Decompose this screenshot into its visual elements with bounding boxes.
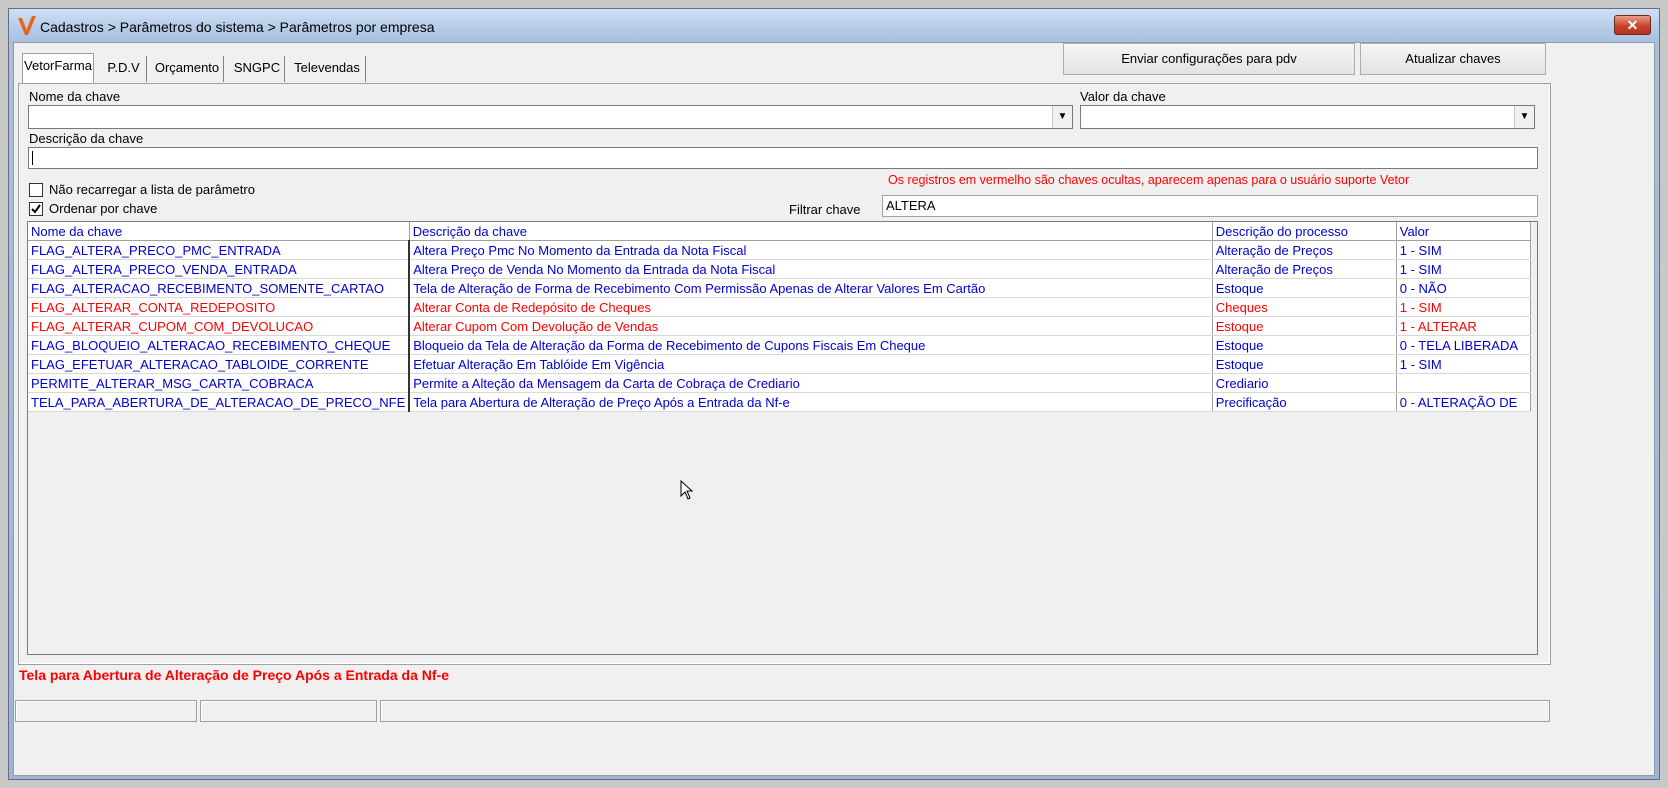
cell-key-description[interactable]: Bloqueio da Tela de Alteração da Forma d…	[409, 335, 1213, 355]
cell-value[interactable]: 1 - ALTERAR	[1396, 316, 1531, 336]
send-config-pdv-button[interactable]: Enviar configurações para pdv	[1063, 43, 1355, 75]
filter-key-value: ALTERA	[886, 198, 936, 213]
cell-value[interactable]: 0 - TELA LIBERADA	[1396, 335, 1531, 355]
tab-vetorfarma[interactable]: VetorFarma	[22, 53, 94, 83]
v-logo-icon	[17, 15, 37, 37]
key-description-input[interactable]	[28, 147, 1538, 169]
key-value-label: Valor da chave	[1080, 89, 1166, 104]
column-header-key-description[interactable]: Descrição da chave	[409, 222, 1213, 241]
cell-key-name[interactable]: FLAG_ALTERAR_CUPOM_COM_DEVOLUCAO	[28, 316, 411, 336]
column-header-key-name[interactable]: Nome da chave	[28, 222, 410, 241]
status-panel-2	[200, 700, 377, 722]
cell-value[interactable]: 1 - SIM	[1396, 297, 1531, 317]
cell-key-description[interactable]: Alterar Cupom Com Devolução de Vendas	[409, 316, 1213, 336]
table-row[interactable]: FLAG_ALTERAR_CUPOM_COM_DEVOLUCAO Alterar …	[28, 316, 1531, 336]
table-row[interactable]: FLAG_BLOQUEIO_ALTERACAO_RECEBIMENTO_CHEQ…	[28, 335, 1531, 355]
table-row[interactable]: PERMITE_ALTERAR_MSG_CARTA_COBRACA Permite…	[28, 373, 1531, 393]
cell-key-name[interactable]: FLAG_BLOQUEIO_ALTERACAO_RECEBIMENTO_CHEQ…	[28, 335, 411, 355]
cell-process-description[interactable]: Estoque	[1212, 354, 1397, 374]
chevron-down-icon[interactable]: ▼	[1052, 106, 1072, 128]
cell-key-description[interactable]: Efetuar Alteração Em Tablóide Em Vigênci…	[409, 354, 1213, 374]
cell-process-description[interactable]: Precificação	[1212, 392, 1397, 412]
cell-value[interactable]: 1 - SIM	[1396, 354, 1531, 374]
close-button[interactable]: ✕	[1614, 15, 1651, 35]
key-description-label: Descrição da chave	[29, 131, 144, 146]
cell-process-description[interactable]: Estoque	[1212, 335, 1397, 355]
table-row[interactable]: FLAG_ALTERA_PRECO_PMC_ENTRADA Altera Preç…	[28, 240, 1531, 260]
column-header-process-description[interactable]: Descrição do processo	[1212, 222, 1397, 241]
cell-process-description[interactable]: Alteração de Preços	[1212, 240, 1397, 260]
key-name-label: Nome da chave	[29, 89, 121, 104]
selected-key-description: Tela para Abertura de Alteração de Preço…	[19, 667, 449, 683]
cell-key-name[interactable]: FLAG_EFETUAR_ALTERACAO_TABLOIDE_CORRENTE	[28, 354, 411, 374]
window-title: Cadastros > Parâmetros do sistema > Parâ…	[40, 19, 435, 35]
table-row[interactable]: FLAG_ALTERA_PRECO_VENDA_ENTRADA Altera Pr…	[28, 259, 1531, 279]
filter-key-label: Filtrar chave	[789, 202, 861, 217]
cell-key-name[interactable]: FLAG_ALTERA_PRECO_PMC_ENTRADA	[28, 240, 411, 260]
checkmark-icon	[31, 204, 41, 214]
cell-key-description[interactable]: Permite a Alteção da Mensagem da Carta d…	[409, 373, 1213, 393]
hidden-keys-note: Os registros em vermelho são chaves ocul…	[888, 173, 1410, 187]
update-keys-button[interactable]: Atualizar chaves	[1360, 43, 1546, 75]
cell-key-name[interactable]: FLAG_ALTERAR_CONTA_REDEPOSITO	[28, 297, 411, 317]
cell-process-description[interactable]: Estoque	[1212, 278, 1397, 298]
cell-key-description[interactable]: Altera Preço de Venda No Momento da Entr…	[409, 259, 1213, 279]
cell-key-description[interactable]: Tela para Abertura de Alteração de Preço…	[409, 392, 1213, 412]
cell-process-description[interactable]: Alteração de Preços	[1212, 259, 1397, 279]
cell-key-description[interactable]: Altera Preço Pmc No Momento da Entrada d…	[409, 240, 1213, 260]
cell-process-description[interactable]: Estoque	[1212, 316, 1397, 336]
cell-value[interactable]: 1 - SIM	[1396, 240, 1531, 260]
cell-key-name[interactable]: FLAG_ALTERA_PRECO_VENDA_ENTRADA	[28, 259, 411, 279]
cell-process-description[interactable]: Crediario	[1212, 373, 1397, 393]
no-reload-label[interactable]: Não recarregar a lista de parâmetro	[49, 182, 255, 197]
cell-value[interactable]: 0 - ALTERAÇÃO DE	[1396, 392, 1531, 412]
column-header-value[interactable]: Valor	[1396, 222, 1531, 241]
status-panel-1	[15, 700, 197, 722]
table-row[interactable]: FLAG_EFETUAR_ALTERACAO_TABLOIDE_CORRENTE…	[28, 354, 1531, 374]
cell-value[interactable]	[1396, 373, 1531, 393]
table-header-row: Nome da chave Descrição da chave Descriç…	[28, 222, 1531, 241]
mouse-cursor-icon	[680, 479, 694, 500]
chevron-down-icon[interactable]: ▼	[1514, 106, 1534, 128]
tab-orcamento[interactable]: Orçamento	[151, 56, 224, 82]
cell-key-name[interactable]: PERMITE_ALTERAR_MSG_CARTA_COBRACA	[28, 373, 411, 393]
parameters-table: Nome da chave Descrição da chave Descriç…	[28, 222, 1531, 412]
table-row[interactable]: FLAG_ALTERAR_CONTA_REDEPOSITO Alterar Con…	[28, 297, 1531, 317]
cell-process-description[interactable]: Cheques	[1212, 297, 1397, 317]
cell-key-description[interactable]: Alterar Conta de Redepósito de Cheques	[409, 297, 1213, 317]
tab-sngpc[interactable]: SNGPC	[230, 56, 285, 82]
text-caret	[32, 151, 33, 165]
table-row[interactable]: FLAG_ALTERACAO_RECEBIMENTO_SOMENTE_CARTA…	[28, 278, 1531, 298]
cell-value[interactable]: 1 - SIM	[1396, 259, 1531, 279]
status-panel-3	[380, 700, 1550, 722]
order-by-key-label[interactable]: Ordenar por chave	[49, 201, 157, 216]
filter-key-input[interactable]: ALTERA	[882, 195, 1538, 217]
cell-value[interactable]: 0 - NÃO	[1396, 278, 1531, 298]
tab-televendas[interactable]: Televendas	[289, 56, 366, 82]
cell-key-name[interactable]: TELA_PARA_ABERTURA_DE_ALTERACAO_DE_PRECO…	[28, 392, 411, 412]
tab-pdv[interactable]: P.D.V	[101, 56, 147, 82]
cell-key-name[interactable]: FLAG_ALTERACAO_RECEBIMENTO_SOMENTE_CARTA…	[28, 278, 411, 298]
cell-key-description[interactable]: Tela de Alteração de Forma de Recebiment…	[409, 278, 1213, 298]
table-row[interactable]: TELA_PARA_ABERTURA_DE_ALTERACAO_DE_PRECO…	[28, 392, 1531, 412]
no-reload-checkbox[interactable]	[29, 183, 43, 197]
order-by-key-checkbox[interactable]	[29, 202, 43, 216]
key-name-combo[interactable]: ▼	[28, 105, 1073, 129]
key-value-combo[interactable]: ▼	[1080, 105, 1535, 129]
